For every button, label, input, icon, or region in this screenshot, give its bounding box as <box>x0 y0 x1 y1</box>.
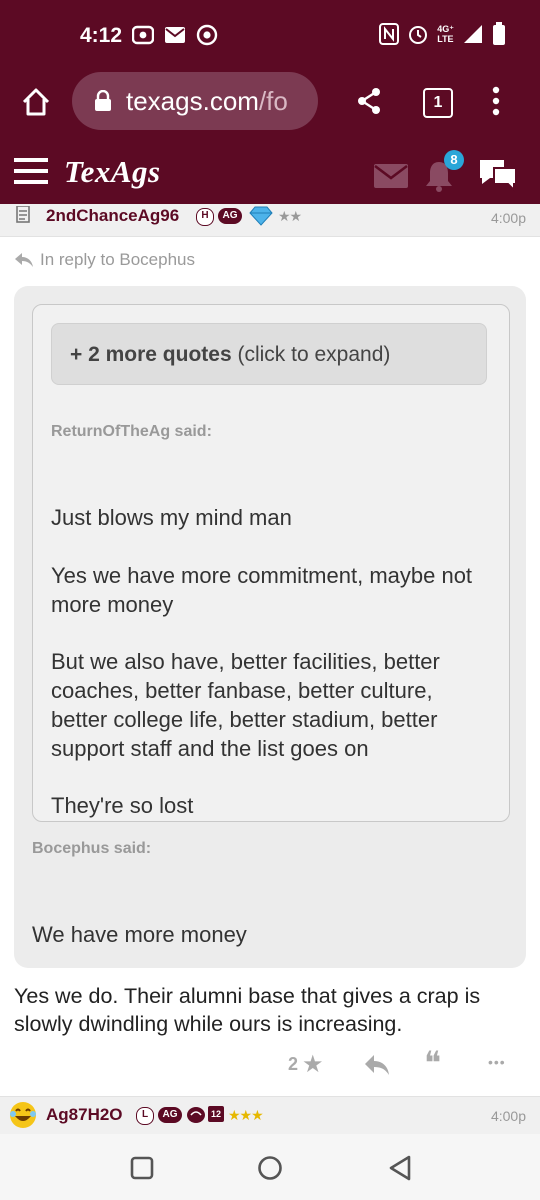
reply-to-link[interactable]: In reply to Bocephus <box>14 250 195 270</box>
badge-l: L <box>136 1107 154 1125</box>
url-path: /fo <box>258 85 288 116</box>
hamburger-menu-icon[interactable] <box>14 158 48 184</box>
chrome-icon <box>196 24 218 46</box>
share-icon[interactable] <box>354 86 384 116</box>
mail-icon[interactable] <box>374 164 408 188</box>
expand-quotes-count: + 2 more quotes <box>70 343 232 366</box>
post-icon <box>16 206 30 223</box>
recents-icon[interactable] <box>130 1156 154 1180</box>
user-stars: ★★★ <box>228 1107 264 1123</box>
screen-record-icon <box>132 25 154 45</box>
next-post-header: Ag87H2O L AG 12 ★★★ 4:00p <box>0 1096 540 1136</box>
post-time: 4:00p <box>490 210 526 226</box>
reply-icon[interactable] <box>364 1054 390 1076</box>
diamond-icon <box>249 206 273 226</box>
more-options-icon[interactable]: ••• <box>488 1054 506 1070</box>
tab-count: 1 <box>433 94 443 111</box>
next-post-author[interactable]: Ag87H2O <box>46 1105 123 1125</box>
browser-toolbar: texags.com/fo 1 <box>0 72 540 132</box>
upvote-count: 2 <box>288 1054 299 1074</box>
site-header: TexAgs 8 <box>0 132 540 206</box>
quote-block-inner: + 2 more quotes (click to expand) Return… <box>32 304 510 822</box>
post-body: Yes we do. Their alumni base that gives … <box>14 984 481 1036</box>
home-icon[interactable] <box>20 86 52 118</box>
overflow-menu-icon[interactable] <box>490 86 502 116</box>
tab-switcher-button[interactable]: 1 <box>423 88 453 118</box>
site-logo[interactable]: TexAgs <box>64 154 161 190</box>
battery-icon <box>493 22 505 45</box>
next-post-time: 4:00p <box>490 1108 526 1124</box>
expand-quotes-hint: (click to expand) <box>231 343 391 366</box>
team-logo-icon <box>187 1107 205 1123</box>
url-domain: texags.com <box>126 85 259 116</box>
address-bar[interactable]: texags.com/fo <box>72 72 318 130</box>
reply-arrow-icon <box>15 253 33 267</box>
status-bar: 4:12 4G⁺ LTE <box>0 0 540 72</box>
user-stars: ★★ <box>278 208 302 224</box>
post-author[interactable]: 2ndChanceAg96 <box>46 206 179 226</box>
alarm-icon <box>409 26 428 44</box>
home-nav-icon[interactable] <box>257 1155 283 1181</box>
lock-icon <box>95 90 111 111</box>
back-icon[interactable] <box>388 1155 412 1181</box>
quote-author[interactable]: Bocephus said: <box>32 840 151 858</box>
network-subtype: LTE <box>437 34 454 44</box>
nfc-icon <box>379 23 400 45</box>
post-header: 2ndChanceAg96 H AG ★★ 4:00p <box>0 204 540 237</box>
quote-icon[interactable]: ❝ <box>424 1044 441 1082</box>
star-icon: ★ <box>302 1051 324 1078</box>
quote-paragraph: We have more money <box>32 922 247 947</box>
expand-quotes-button[interactable]: + 2 more quotes (click to expand) <box>51 323 487 385</box>
badge-12th-man: 12 <box>208 1106 224 1122</box>
quote-paragraph: Just blows my mind man <box>51 505 292 530</box>
badge-ag: AG <box>218 208 242 224</box>
quote-block-outer: + 2 more quotes (click to expand) Return… <box>14 286 526 968</box>
gmail-icon <box>165 27 185 43</box>
reply-to-text: In reply to Bocephus <box>40 250 195 269</box>
badge-ag: AG <box>158 1107 182 1123</box>
chat-icon[interactable] <box>476 156 520 192</box>
notification-badge: 8 <box>444 150 464 170</box>
url-text: texags.com/fo <box>126 86 288 117</box>
system-navigation-bar <box>0 1134 540 1200</box>
quote-paragraph: But we also have, better facilities, bet… <box>51 649 440 761</box>
badge-h: H <box>196 208 214 226</box>
quote-paragraph: They're so lost <box>51 793 194 818</box>
quote-author[interactable]: ReturnOfTheAg said: <box>51 423 212 441</box>
avatar-emoji-icon <box>10 1102 36 1128</box>
quote-paragraph: Yes we have more commitment, maybe not m… <box>51 563 473 617</box>
clock: 4:12 <box>80 24 123 47</box>
upvote-button[interactable]: 2 ★ <box>288 1050 324 1079</box>
signal-icon <box>464 25 482 43</box>
network-type: 4G⁺ <box>437 24 454 34</box>
